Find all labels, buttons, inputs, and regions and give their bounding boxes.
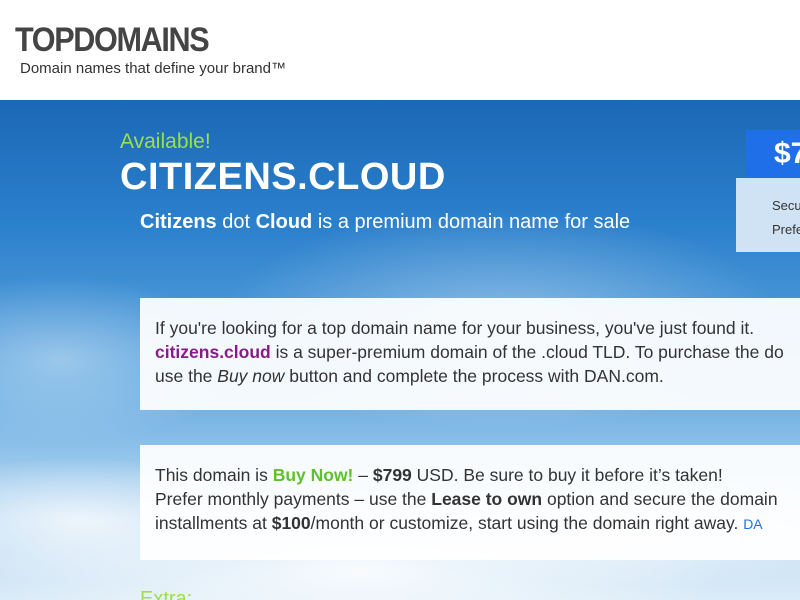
description-line-3-a: use the xyxy=(155,366,218,386)
description-line-3: use the Buy now button and complete the … xyxy=(155,364,800,388)
availability-label: Available! xyxy=(120,130,211,153)
price-value: $799 xyxy=(372,465,412,485)
pricing-line-1-dash: – xyxy=(353,465,373,485)
hero-section: Available! CITIZENS.CLOUD Citizens dot C… xyxy=(0,100,800,600)
price-panel: Secu Prefe xyxy=(736,178,800,252)
domain-subtitle: Citizens dot Cloud is a premium domain n… xyxy=(140,211,630,234)
extra-heading: Extra: xyxy=(140,588,193,600)
dan-link[interactable]: DA xyxy=(743,516,762,532)
site-tagline: Domain names that define your brand™ xyxy=(20,60,286,77)
pricing-line-1-c: USD. Be sure to buy it before it’s taken… xyxy=(411,465,723,485)
site-header: TOPDOMAINS Domain names that define your… xyxy=(0,0,800,100)
pricing-line-2: Prefer monthly payments – use the Lease … xyxy=(155,487,800,511)
price-panel-line-prefer: Prefe xyxy=(772,222,800,237)
buy-now-mention: Buy now xyxy=(217,366,285,386)
lease-to-own-mention: Lease to own xyxy=(431,489,543,509)
pricing-card: This domain is Buy Now! – $799 USD. Be s… xyxy=(140,445,800,560)
domain-title: CITIZENS.CLOUD xyxy=(120,156,446,198)
pricing-line-1: This domain is Buy Now! – $799 USD. Be s… xyxy=(155,463,800,487)
description-line-2: citizens.cloud is a super-premium domain… xyxy=(155,340,800,364)
description-line-1: If you're looking for a top domain name … xyxy=(155,318,755,338)
pricing-line-2-b: option and secure the domain xyxy=(542,489,778,509)
subtitle-word-dot: dot xyxy=(216,211,256,233)
description-card: If you're looking for a top domain name … xyxy=(140,298,800,410)
domain-link[interactable]: citizens.cloud xyxy=(155,342,271,362)
subtitle-word-cloud: Cloud xyxy=(255,211,313,233)
subtitle-rest: is a premium domain name for sale xyxy=(312,211,631,233)
monthly-price: $100 xyxy=(271,513,311,533)
buy-now-status: Buy Now! xyxy=(272,465,354,485)
pricing-line-2-a: Prefer monthly payments – use the xyxy=(155,489,432,509)
price-panel-line-secure: Secu xyxy=(772,198,800,213)
pricing-line-3-a: installments at xyxy=(155,513,272,533)
pricing-line-3: installments at $100/month or customize,… xyxy=(155,511,800,536)
site-logo[interactable]: TOPDOMAINS xyxy=(15,20,210,60)
description-line-2-rest: is a super-premium domain of the .cloud … xyxy=(270,342,784,362)
subtitle-word-citizens: Citizens xyxy=(140,211,217,233)
pricing-line-3-b: /month or customize, start using the dom… xyxy=(310,513,739,533)
description-line-3-b: button and complete the process with DAN… xyxy=(284,366,664,386)
pricing-line-1-a: This domain is xyxy=(155,465,273,485)
price-tab[interactable]: $7 xyxy=(746,130,800,178)
